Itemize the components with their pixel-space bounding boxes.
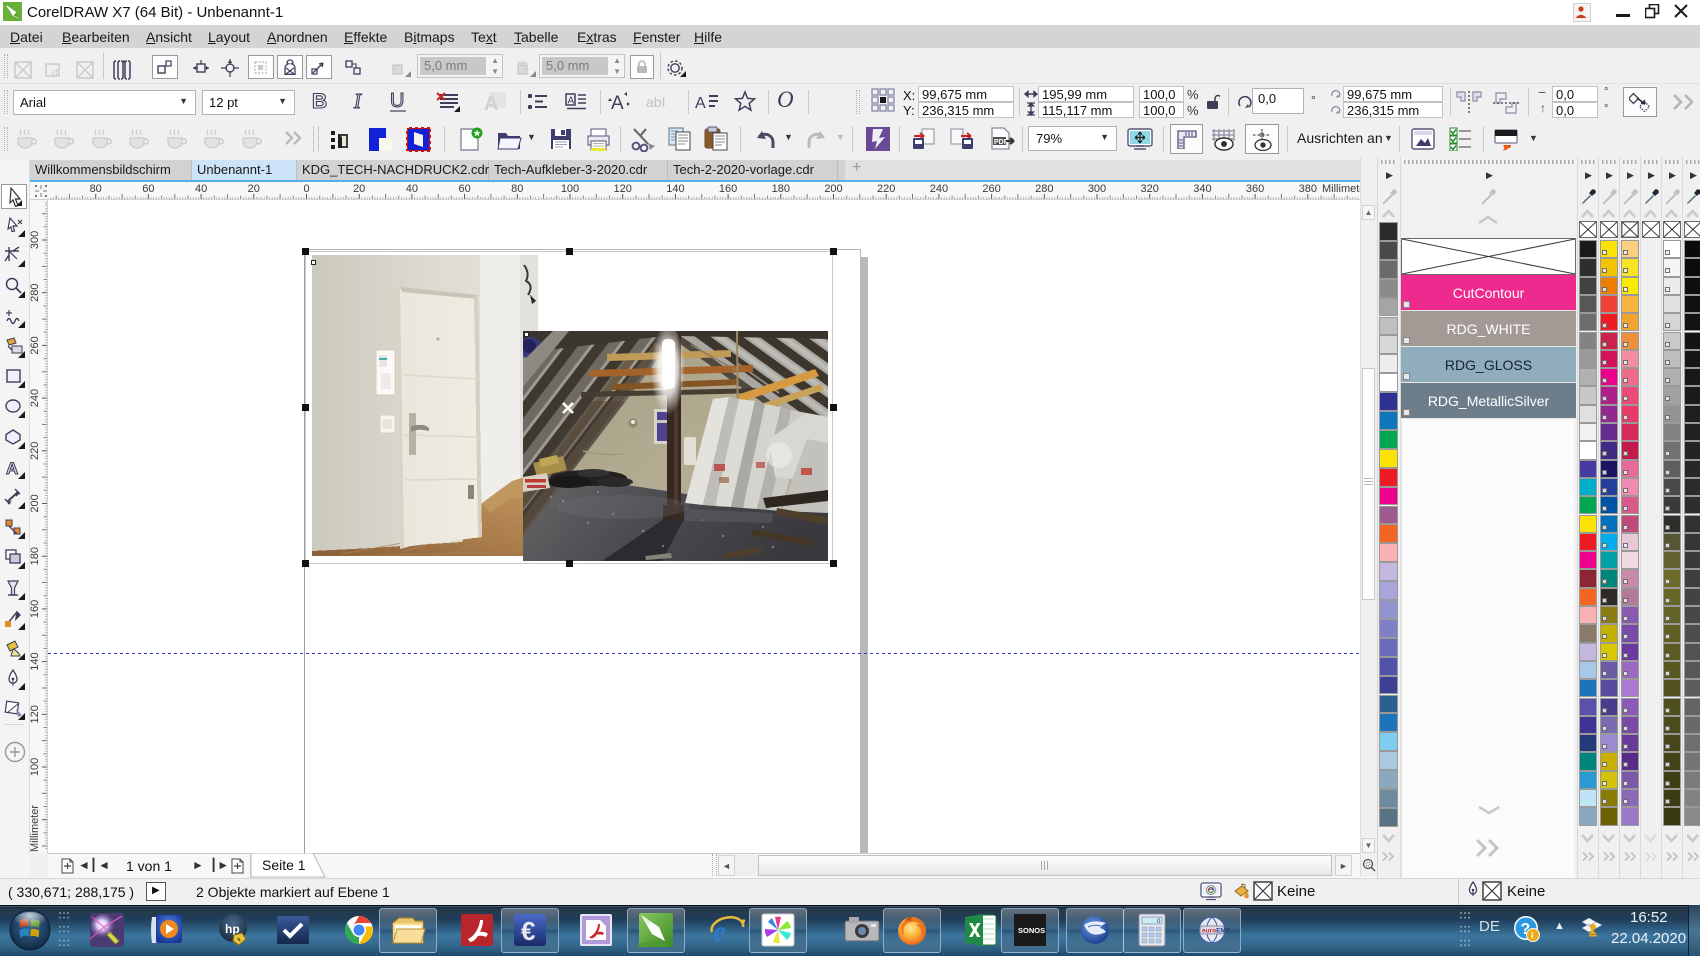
svg-text:A: A <box>6 459 18 478</box>
svg-text:euroEMT: euroEMT <box>1202 928 1230 935</box>
svg-text:ab: ab <box>51 68 60 77</box>
svg-text:A: A <box>695 95 706 112</box>
svg-text:A: A <box>568 96 575 107</box>
svg-text:I: I <box>353 89 362 113</box>
svg-text:i: i <box>1531 931 1534 941</box>
svg-text:SONOS: SONOS <box>1018 926 1045 935</box>
svg-text:A: A <box>484 93 498 114</box>
svg-text:€: € <box>521 916 535 946</box>
svg-text:B: B <box>312 90 327 113</box>
svg-text:U: U <box>390 90 404 112</box>
svg-text:A: A <box>611 93 624 114</box>
